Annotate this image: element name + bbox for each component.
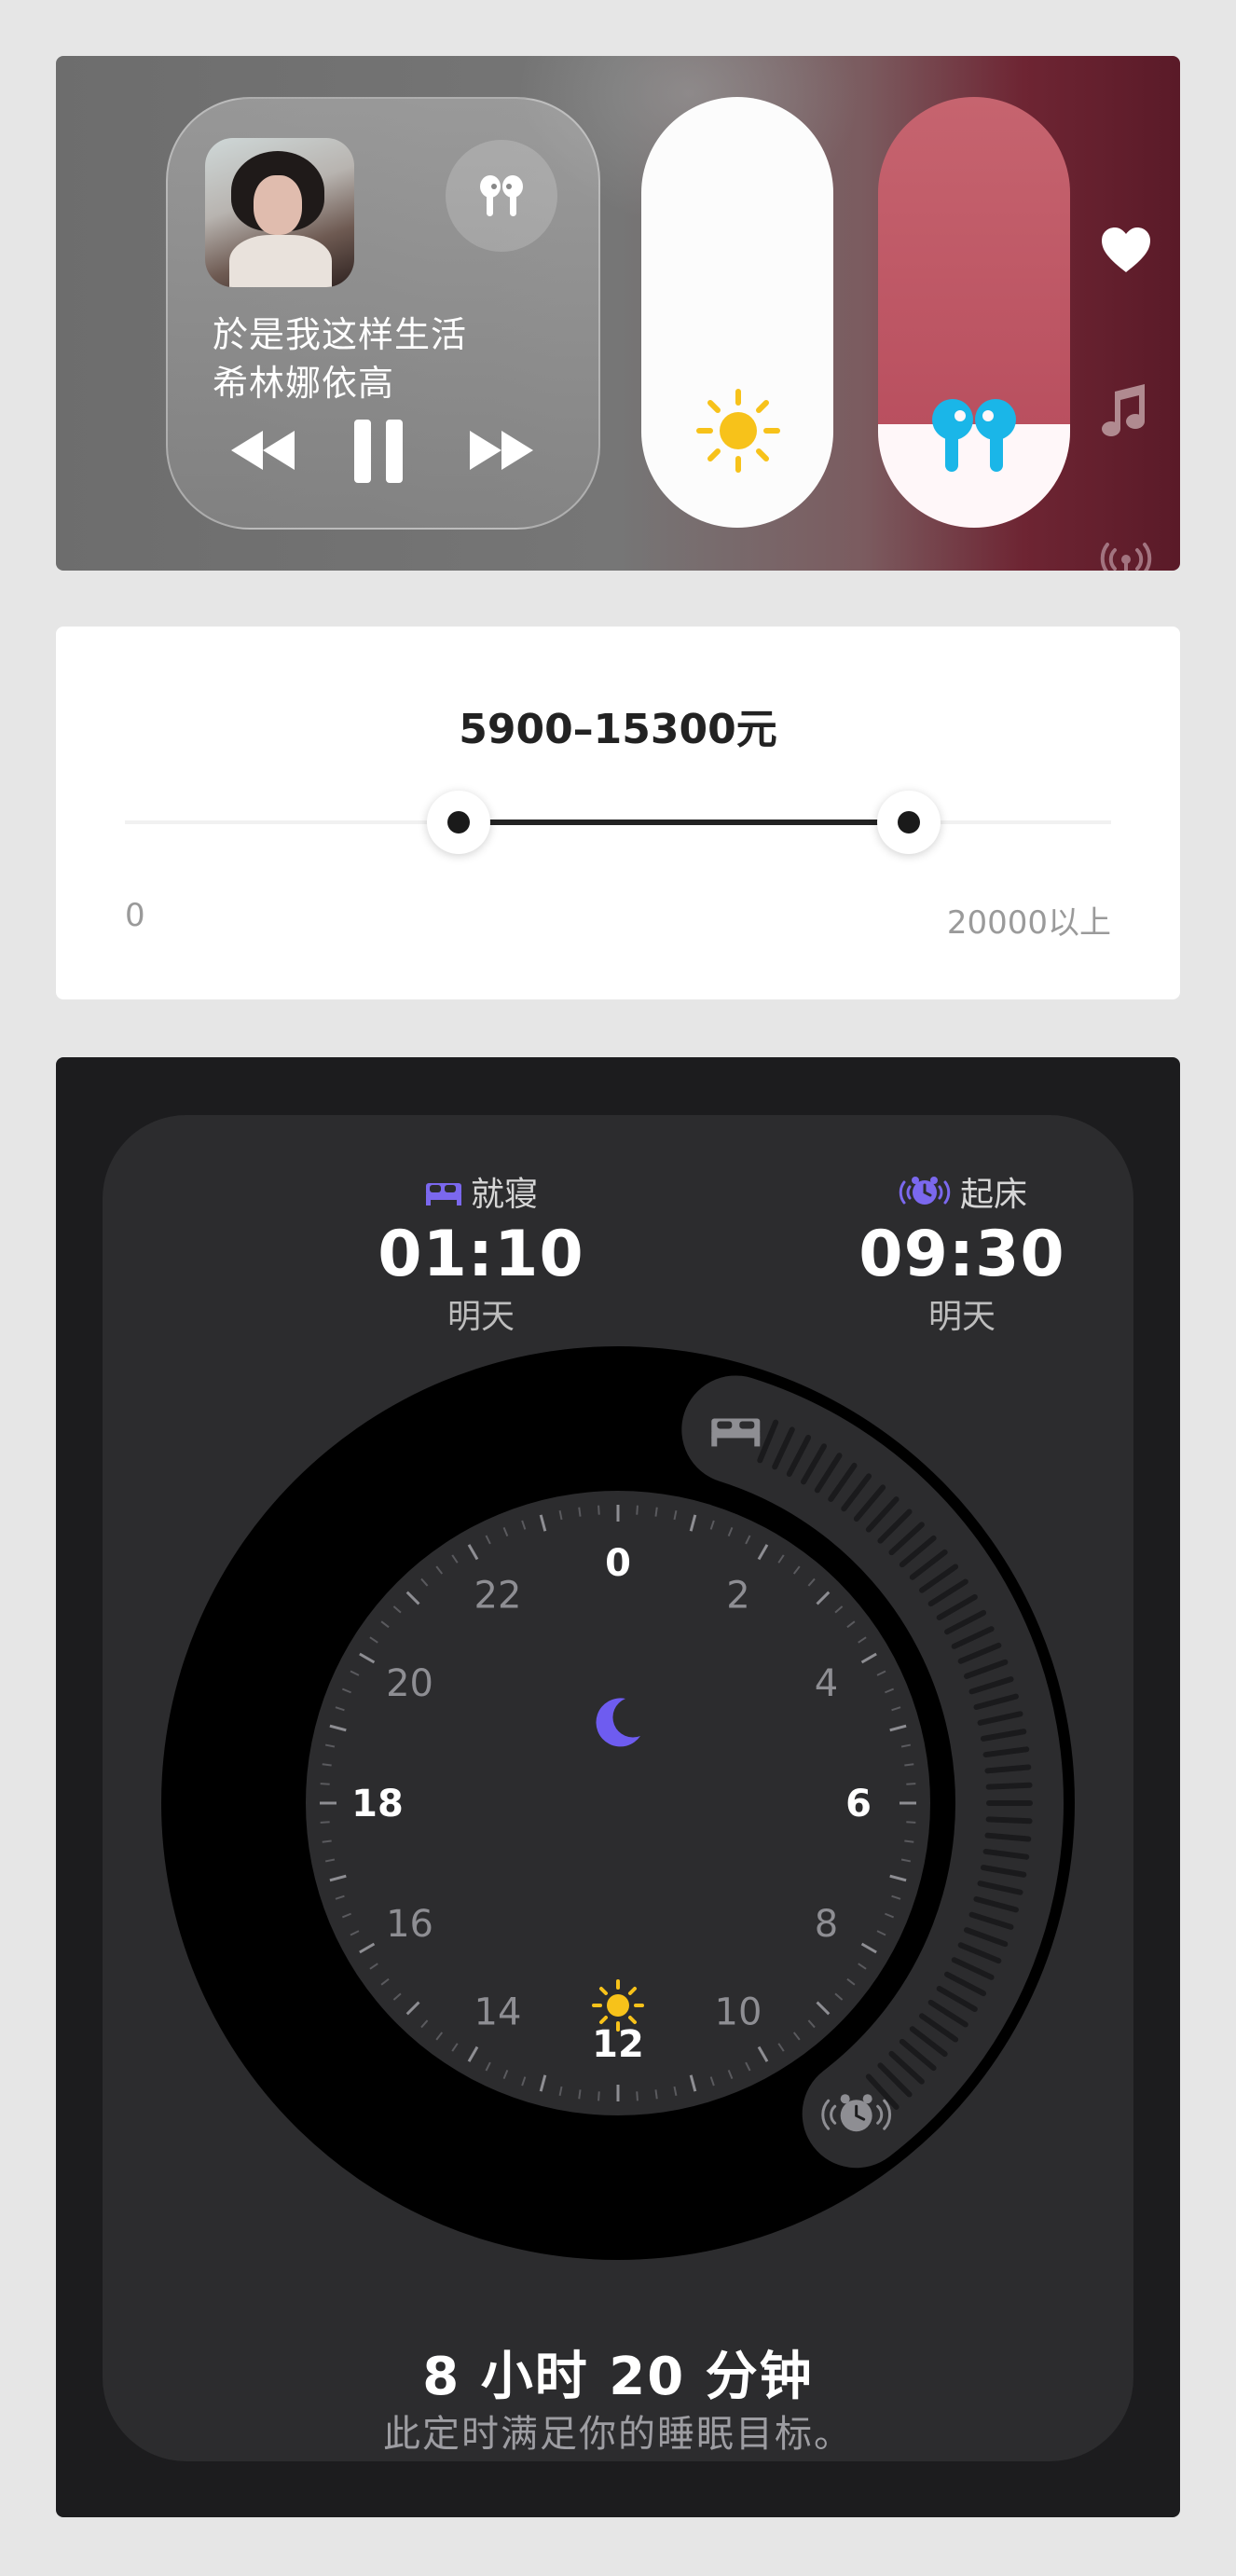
dial-tick bbox=[636, 1505, 639, 1515]
sleep-arc-tick bbox=[984, 1764, 1032, 1774]
brightness-slider[interactable] bbox=[641, 97, 833, 528]
dial-tick bbox=[904, 1763, 914, 1767]
dial-tick bbox=[906, 1821, 916, 1824]
sleep-schedule-card: 就寝 01:10 明天 起床 09:30 明天 0 2 4 6 8 10 12 … bbox=[103, 1115, 1133, 2461]
airpods-icon bbox=[932, 399, 1016, 472]
dial-tick bbox=[578, 2089, 582, 2100]
song-title: 於是我这样生活 bbox=[213, 314, 468, 355]
music-note-icon[interactable] bbox=[1100, 382, 1148, 438]
broadcast-icon[interactable] bbox=[1098, 541, 1154, 571]
range-thumb-low[interactable] bbox=[427, 791, 491, 854]
sun-icon bbox=[592, 1979, 644, 2032]
rewind-icon[interactable] bbox=[227, 427, 298, 474]
album-art[interactable] bbox=[205, 138, 354, 287]
range-track-selected bbox=[459, 820, 910, 825]
range-min-label: 0 bbox=[125, 897, 145, 934]
price-range-label: 5900–15300元 bbox=[459, 706, 777, 753]
dial-number: 4 bbox=[815, 1662, 838, 1705]
dial-number: 6 bbox=[845, 1783, 872, 1825]
dial-number: 0 bbox=[605, 1542, 631, 1585]
dial-tick bbox=[320, 1821, 330, 1824]
dial-number: 14 bbox=[474, 1991, 522, 2033]
dial-tick bbox=[636, 2091, 639, 2101]
audio-output-button[interactable] bbox=[446, 140, 557, 252]
range-max-label: 20000以上 bbox=[946, 904, 1111, 942]
sleep-schedule-panel: 就寝 01:10 明天 起床 09:30 明天 0 2 4 6 8 10 12 … bbox=[56, 1057, 1180, 2517]
sleep-goal-note: 此定时满足你的睡眠目标。 bbox=[383, 2413, 853, 2456]
dial-tick bbox=[322, 1763, 332, 1767]
dial-tick bbox=[322, 1839, 332, 1843]
dial-tick bbox=[654, 2089, 658, 2100]
pause-icon[interactable] bbox=[350, 416, 406, 487]
sleep-duration: 8 小时 20 分钟 bbox=[422, 2347, 814, 2407]
dial-number: 16 bbox=[386, 1903, 433, 1946]
dial-tick bbox=[578, 1507, 582, 1517]
sleep-arc-tick bbox=[985, 1816, 1033, 1825]
dial-tick bbox=[904, 1839, 914, 1843]
dial-number: 2 bbox=[726, 1575, 749, 1618]
music-player-card[interactable]: 於是我这样生活 希林娜依高 bbox=[166, 97, 600, 530]
dial-number: 20 bbox=[386, 1662, 433, 1705]
song-artist: 希林娜依高 bbox=[213, 363, 395, 404]
sun-icon bbox=[696, 389, 780, 473]
dial-number: 10 bbox=[715, 1991, 762, 2033]
fast-forward-icon[interactable] bbox=[466, 427, 537, 474]
airpods-icon bbox=[480, 175, 523, 216]
volume-slider[interactable] bbox=[878, 97, 1070, 528]
range-thumb-high[interactable] bbox=[877, 791, 941, 854]
heart-icon[interactable] bbox=[1100, 226, 1152, 274]
dial-tick bbox=[654, 1507, 658, 1517]
sleep-clock-dial[interactable]: 0246810121416182022 bbox=[103, 1115, 1133, 2327]
dial-number: 22 bbox=[474, 1575, 522, 1618]
sleep-arc-tick bbox=[984, 1832, 1032, 1842]
price-range-panel: 5900–15300元 0 20000以上 bbox=[56, 627, 1180, 999]
dial-number: 8 bbox=[815, 1903, 838, 1946]
dial-number: 18 bbox=[351, 1783, 404, 1825]
dial-tick bbox=[597, 2091, 600, 2101]
sleep-arc-tick bbox=[985, 1782, 1033, 1790]
control-center-panel: 於是我这样生活 希林娜依高 bbox=[56, 56, 1180, 571]
dial-tick bbox=[597, 1505, 600, 1515]
